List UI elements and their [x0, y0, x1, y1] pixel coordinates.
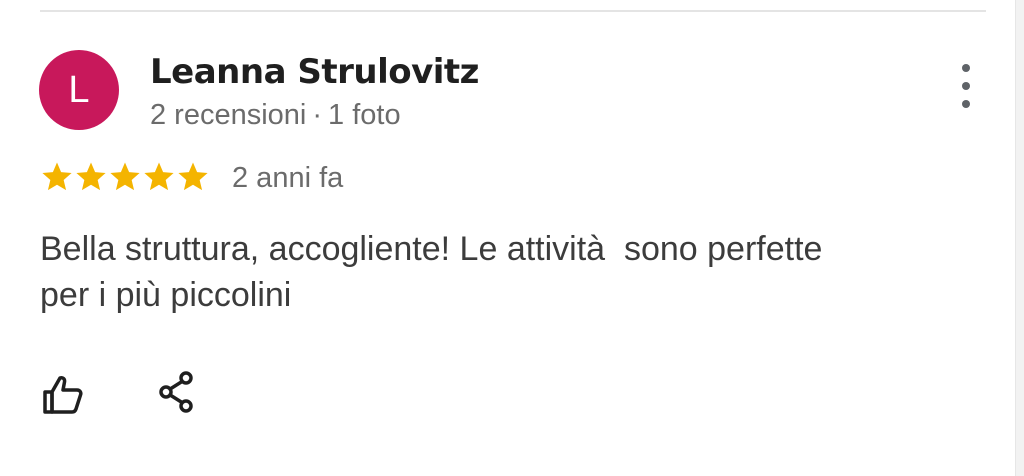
- review-text: Bella struttura, accogliente! Le attivit…: [40, 226, 970, 318]
- star-icon: [42, 162, 72, 191]
- star-icon: [178, 162, 208, 191]
- avatar[interactable]: L: [39, 50, 119, 130]
- author-reviews-count: 2 recensioni: [150, 99, 307, 131]
- author-photos-count: 1 foto: [328, 99, 401, 131]
- more-vert-icon: [962, 64, 970, 108]
- review-text-line-1: Bella struttura, accogliente! Le attivit…: [40, 230, 823, 268]
- author-meta: 2 recensioni · 1 foto: [150, 99, 401, 132]
- author-name[interactable]: Leanna Strulovitz: [150, 52, 479, 92]
- meta-separator: ·: [312, 99, 323, 131]
- share-button[interactable]: [156, 370, 198, 416]
- review-text-line-2: per i più piccolini: [40, 276, 292, 314]
- review-date: 2 anni fa: [232, 162, 344, 194]
- star-icon: [110, 162, 140, 191]
- scrollbar-edge: [1015, 0, 1024, 476]
- avatar-initial: L: [68, 68, 90, 111]
- thumb-up-outline-icon: [43, 376, 83, 414]
- share-icon: [159, 371, 193, 413]
- star-icon: [76, 162, 106, 191]
- divider: [40, 10, 986, 12]
- star-icon: [144, 162, 174, 191]
- like-button[interactable]: [40, 372, 86, 418]
- star-rating: [40, 160, 210, 194]
- review-card: L Leanna Strulovitz 2 recensioni · 1 foto …: [0, 0, 1024, 476]
- more-options-button[interactable]: [950, 64, 982, 108]
